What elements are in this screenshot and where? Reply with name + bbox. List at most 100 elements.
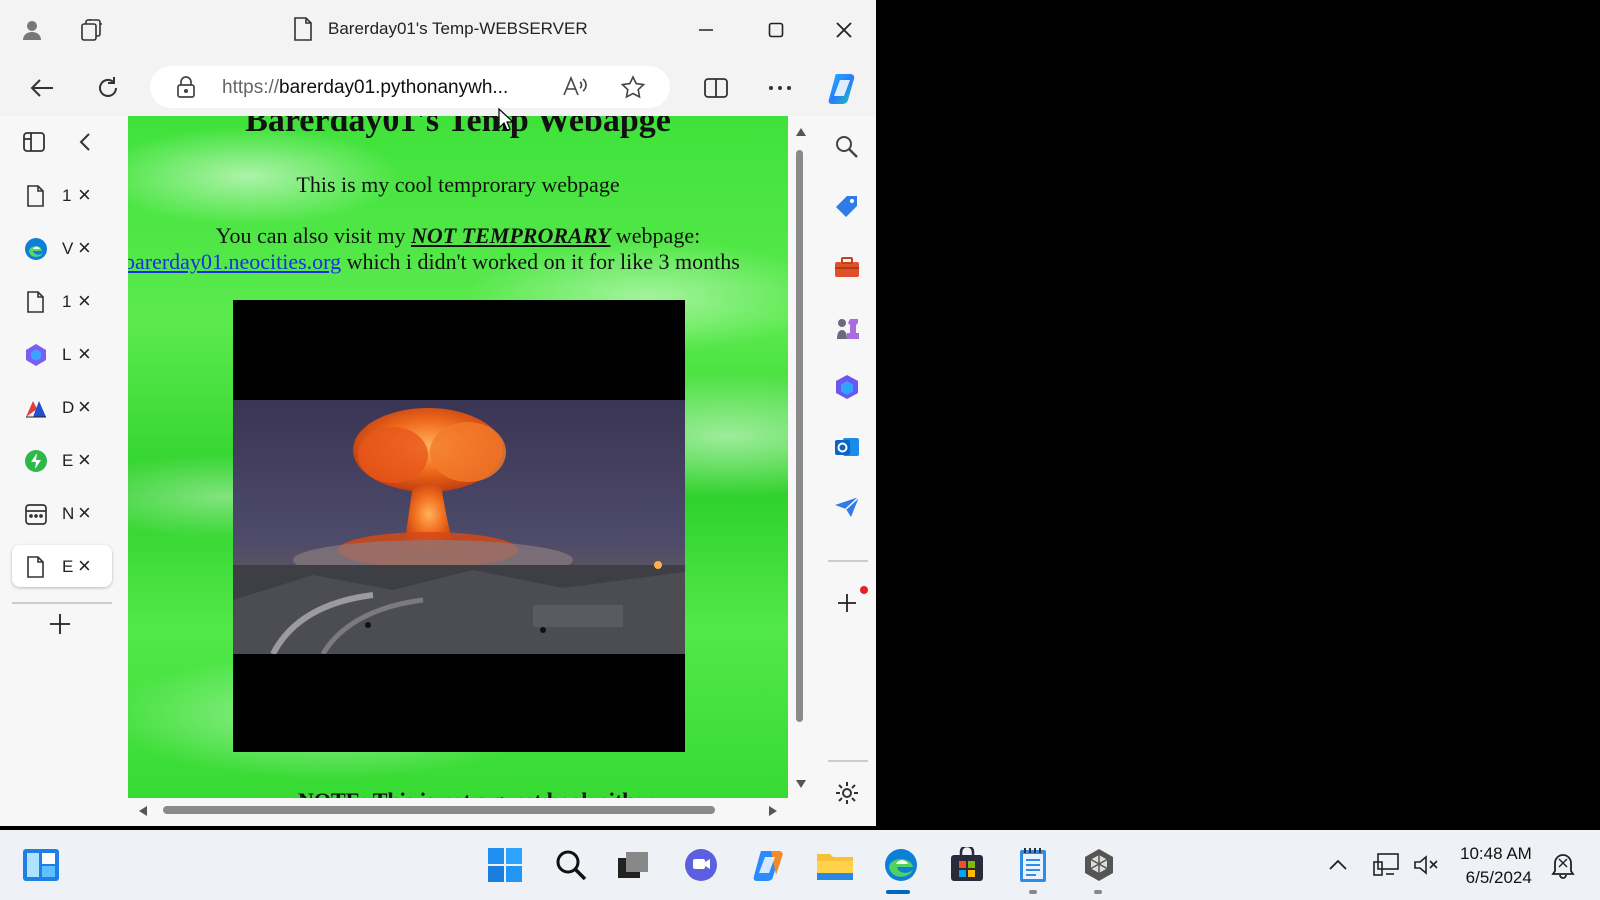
scroll-right-arrow-icon[interactable] [768, 804, 778, 822]
split-screen-icon[interactable] [698, 70, 734, 106]
tab-item[interactable]: L × [12, 333, 112, 375]
bolt-icon [24, 449, 48, 473]
running-app-indicator [1094, 890, 1102, 894]
lock-icon[interactable] [176, 76, 196, 103]
copilot-icon[interactable] [824, 68, 864, 108]
profile-icon[interactable] [18, 16, 46, 44]
tab-label: 1 [62, 292, 72, 311]
tab-item[interactable]: N × [12, 492, 112, 534]
windows-start-icon[interactable] [484, 844, 526, 886]
maximize-button[interactable] [760, 14, 792, 46]
teams-chat-icon[interactable] [680, 844, 722, 886]
sidebar-divider [828, 760, 868, 762]
title-bar: Barerday01's Temp-WEBSERVER [0, 0, 876, 58]
close-tab-icon[interactable]: × [78, 182, 91, 208]
sidebar-divider [828, 560, 868, 562]
new-tab-button[interactable] [48, 612, 72, 641]
tools-toolbox-icon[interactable] [830, 250, 864, 284]
more-options-icon[interactable] [762, 70, 798, 106]
tab-label: 1 [62, 186, 72, 205]
task-view-icon[interactable] [612, 844, 654, 886]
tab-item[interactable]: D × [12, 386, 112, 428]
refresh-button[interactable] [90, 70, 126, 106]
mouse-cursor-icon [498, 107, 515, 137]
add-sidebar-app-icon[interactable] [830, 586, 864, 620]
tab-item[interactable]: 1 × [12, 174, 112, 216]
page-icon [24, 555, 48, 579]
minimize-button[interactable] [690, 14, 722, 46]
video-frame [233, 400, 685, 656]
microsoft365-icon[interactable] [830, 370, 864, 404]
tab-item[interactable]: E × [12, 439, 112, 481]
close-tab-icon[interactable]: × [78, 447, 91, 473]
taskbar-search-icon[interactable] [550, 844, 592, 886]
tab-item[interactable]: V × [12, 227, 112, 269]
vertical-tabs-panel: 1 × V × 1 × L × D × E × N × E × [0, 116, 126, 826]
search-icon[interactable] [830, 130, 864, 164]
horizontal-scroll-thumb[interactable] [163, 806, 715, 814]
close-tab-icon[interactable]: × [78, 341, 91, 367]
close-tab-icon[interactable]: × [78, 500, 91, 526]
shopping-tag-icon[interactable] [830, 190, 864, 224]
tab-label: N [62, 504, 75, 523]
scroll-up-arrow-icon[interactable] [795, 124, 807, 142]
tab-label: V [62, 239, 74, 258]
tabs-divider [12, 602, 112, 604]
outlook-icon[interactable] [830, 430, 864, 464]
page-icon [292, 16, 314, 47]
system-clock[interactable]: 10:48 AM 6/5/2024 [1460, 842, 1532, 890]
tab-actions-icon[interactable] [22, 130, 46, 159]
horizontal-scrollbar[interactable] [128, 800, 788, 820]
tab-item[interactable]: 1 × [12, 280, 112, 322]
browser-toolbar: https://barerday01.pythonanywh... [0, 58, 876, 116]
file-explorer-icon[interactable] [814, 844, 856, 886]
url-text[interactable]: https://barerday01.pythonanywh... [222, 77, 508, 99]
close-tab-icon[interactable]: × [78, 553, 91, 579]
tab-label: D [62, 398, 75, 417]
read-aloud-icon[interactable] [562, 75, 588, 104]
explosion-video[interactable] [233, 300, 685, 752]
workspaces-icon[interactable] [78, 16, 106, 44]
vertical-scrollbar[interactable] [790, 116, 810, 798]
scroll-left-arrow-icon[interactable] [138, 804, 148, 822]
neocities-link[interactable]: barerday01.neocities.org [128, 249, 341, 274]
browser-window: Barerday01's Temp-WEBSERVER https://bare… [0, 0, 876, 826]
notepad-icon[interactable] [1012, 844, 1054, 886]
show-hidden-icons-chevron-up-icon[interactable] [1324, 844, 1352, 886]
back-button[interactable] [24, 70, 60, 106]
taskbar-edge-icon[interactable] [880, 844, 922, 886]
clock-date: 6/5/2024 [1465, 868, 1532, 887]
notification-bell-icon[interactable] [1548, 844, 1578, 886]
volume-muted-icon[interactable] [1410, 844, 1442, 886]
page-neocities-text: barerday01.neocities.org which i didn't … [128, 249, 788, 275]
games-chess-icon[interactable] [830, 310, 864, 344]
microsoft-store-icon[interactable] [946, 844, 988, 886]
clock-time: 10:48 AM [1460, 844, 1532, 863]
address-bar[interactable]: https://barerday01.pythonanywh... [150, 66, 670, 108]
close-button[interactable] [828, 14, 860, 46]
widgets-icon[interactable] [20, 844, 62, 886]
cube-app-icon[interactable] [1078, 844, 1120, 886]
settings-gear-icon[interactable] [830, 776, 864, 810]
tab-label: E [62, 451, 74, 470]
not-temporary-link[interactable]: NOT TEMPRORARY [411, 223, 610, 248]
page-icon [24, 184, 48, 208]
network-display-icon[interactable] [1370, 844, 1402, 886]
web-page: Barerday01's Temp Webapge This is my coo… [128, 116, 788, 798]
tab-item-active[interactable]: E × [12, 545, 112, 587]
collapse-panel-icon[interactable] [78, 130, 92, 159]
page-visit-text: You can also visit my NOT TEMPRORARY web… [215, 223, 701, 248]
page-note-text: NOTE: This is not a guest book either [298, 788, 654, 798]
close-tab-icon[interactable]: × [78, 394, 91, 420]
calendar-app-icon [24, 502, 48, 526]
send-paper-plane-icon[interactable] [830, 490, 864, 524]
running-app-indicator [1029, 890, 1037, 894]
taskbar-copilot-icon[interactable] [748, 844, 790, 886]
vertical-scroll-thumb[interactable] [796, 150, 803, 722]
scroll-down-arrow-icon[interactable] [795, 776, 807, 794]
close-tab-icon[interactable]: × [78, 288, 91, 314]
page-heading: Barerday01's Temp Webapge [245, 116, 671, 139]
tab-label: E [62, 557, 74, 576]
close-tab-icon[interactable]: × [78, 235, 91, 261]
favorite-star-icon[interactable] [620, 75, 646, 104]
